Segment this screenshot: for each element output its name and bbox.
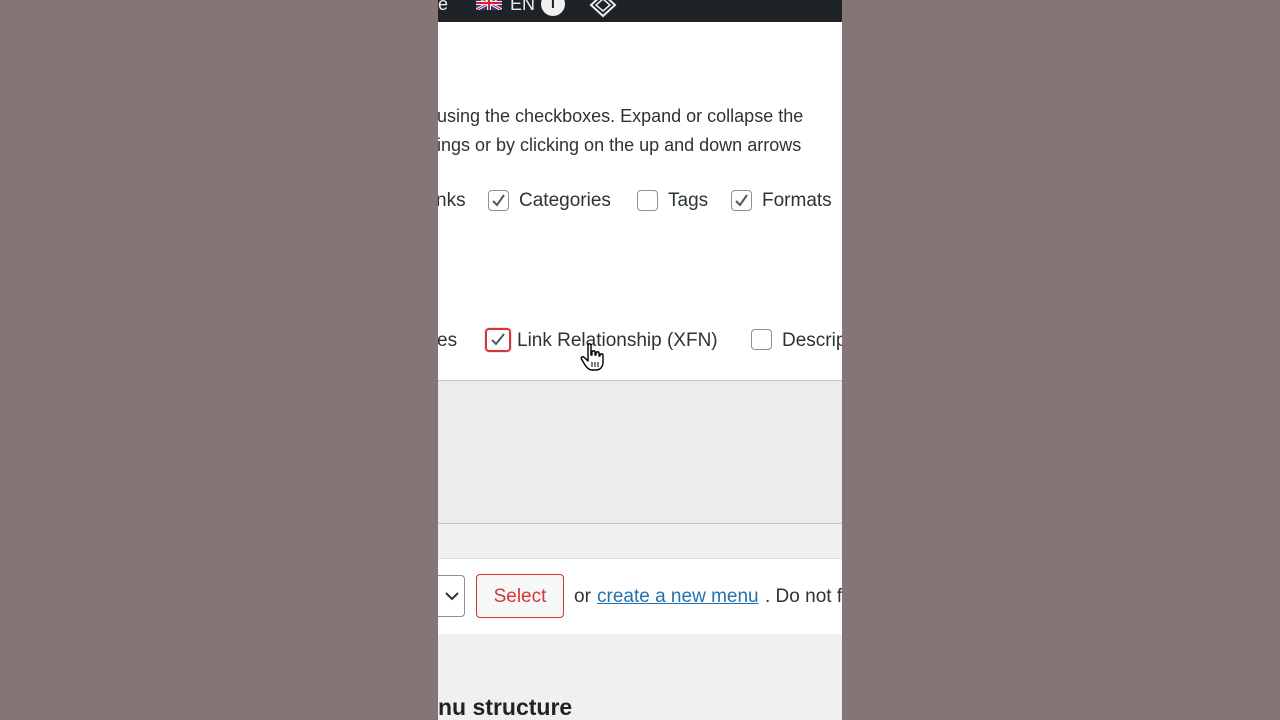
hand-cursor-icon <box>580 343 604 371</box>
checkbox-label-css-classes[interactable]: es <box>438 330 457 352</box>
checkbox-tags[interactable] <box>637 190 658 211</box>
or-text: or <box>574 586 591 607</box>
language-switcher[interactable]: EN <box>510 0 535 15</box>
admin-bar-text[interactable]: e <box>438 0 448 15</box>
menu-select-bar: Select or create a new menu . Do not f <box>438 558 842 635</box>
menu-structure-section: nu structure <box>438 634 842 720</box>
checkbox-label-link-relationship[interactable]: Link Relationship (XFN) <box>517 330 718 352</box>
select-menu-button[interactable]: Select <box>476 574 564 618</box>
diamond-icon[interactable] <box>588 0 618 20</box>
uk-flag-icon <box>476 0 502 10</box>
menu-structure-heading: nu structure <box>438 694 573 720</box>
screen-options-description-1: using the checkboxes. Expand or collapse… <box>438 106 804 126</box>
checkbox-link-relationship[interactable] <box>485 328 511 352</box>
info-icon[interactable]: i <box>541 0 565 16</box>
browser-viewport: e EN i using the checkboxes. Expand or c… <box>438 0 842 720</box>
content-area <box>438 381 842 524</box>
create-new-menu-link[interactable]: create a new menu <box>597 586 759 608</box>
checkbox-label-tags[interactable]: Tags <box>668 190 708 212</box>
checkbox-formats[interactable] <box>731 190 752 211</box>
chevron-down-icon <box>445 592 459 601</box>
checkbox-categories[interactable] <box>488 190 509 211</box>
trailing-text: . Do not f <box>765 586 842 607</box>
checkbox-label-description[interactable]: Descrip <box>782 330 842 352</box>
checkbox-label-formats[interactable]: Formats <box>762 190 832 212</box>
checkbox-label-links[interactable]: nks <box>438 190 466 212</box>
checkmark-icon <box>491 333 505 346</box>
checkbox-description[interactable] <box>751 329 772 350</box>
checkbox-label-categories[interactable]: Categories <box>519 190 611 212</box>
checkmark-icon <box>492 194 505 207</box>
checkmark-icon <box>735 194 748 207</box>
screen-options-description-2: ings or by clicking on the up and down a… <box>438 135 802 155</box>
screen-options-panel: using the checkboxes. Expand or collapse… <box>438 22 842 381</box>
admin-bar: e EN i <box>438 0 842 22</box>
menu-dropdown[interactable] <box>438 575 465 617</box>
spacer <box>438 524 842 558</box>
